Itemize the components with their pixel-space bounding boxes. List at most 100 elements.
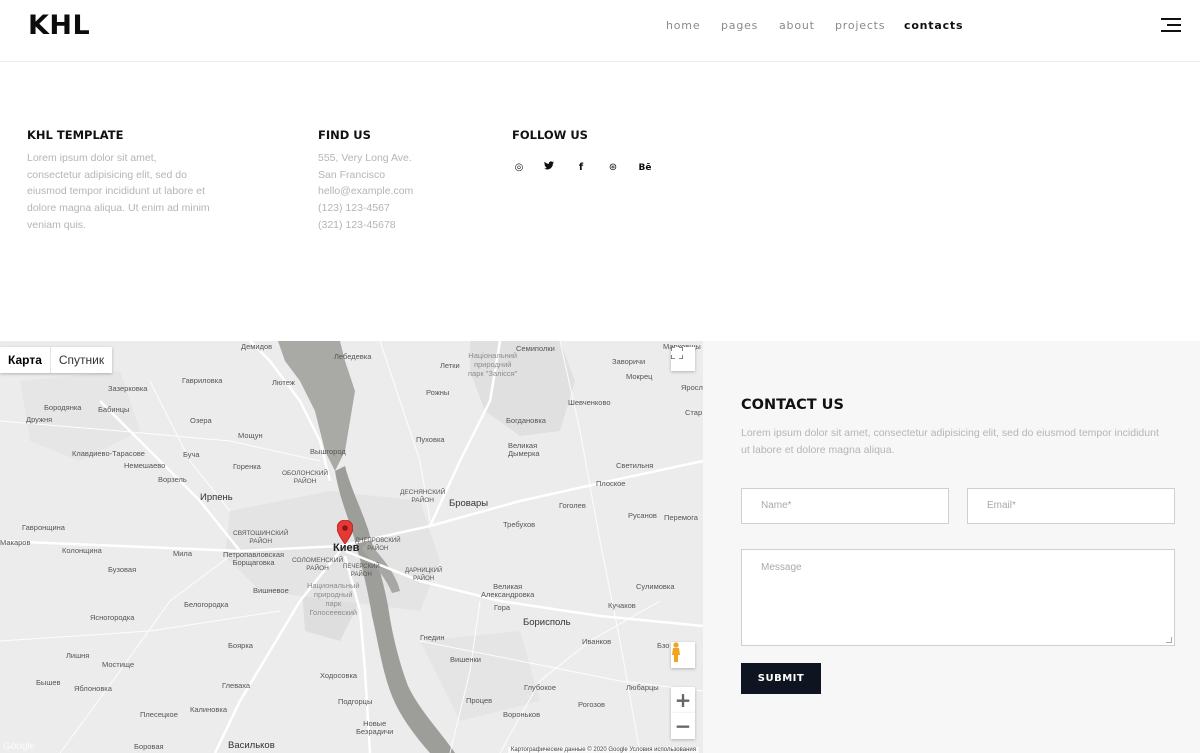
- name-field[interactable]: Name*: [741, 488, 949, 524]
- map-label: ДАРНИЦКИЙ РАЙОН: [405, 568, 443, 582]
- map-label: Мощун: [238, 431, 263, 440]
- map-label: Гнедин: [420, 633, 445, 642]
- map-label: Иванков: [582, 637, 612, 646]
- map-label: Васильков: [228, 740, 275, 751]
- facebook-icon[interactable]: f: [574, 161, 588, 175]
- google-logo[interactable]: Google: [3, 741, 35, 752]
- zoom-in-button[interactable]: +: [671, 687, 695, 713]
- instagram-icon[interactable]: ◎: [512, 161, 526, 175]
- nav-pages[interactable]: pages: [721, 19, 758, 32]
- site-header: KHL home pages about projects contacts: [0, 0, 1200, 62]
- map-attribution[interactable]: Картографические данные © 2020 Google Ус…: [507, 747, 699, 753]
- map-label: Вороньков: [503, 710, 541, 719]
- map-label: Рожны: [426, 388, 450, 397]
- city-line: San Francisco: [318, 168, 386, 181]
- map-label: Ирпень: [200, 492, 233, 503]
- map-label: Требухов: [503, 520, 536, 529]
- phone-link[interactable]: (321) 123-45678: [318, 217, 413, 234]
- map-label: Немешаево: [124, 461, 166, 470]
- map-label: Шевченково: [568, 398, 611, 407]
- map-label: Белогородка: [184, 600, 229, 609]
- map-label: Гавриловка: [182, 376, 223, 385]
- google-map[interactable]: Демидов Лебедевка Семиполки Марковщы Зав…: [0, 341, 703, 753]
- map-label: Плоское: [596, 479, 626, 488]
- fullscreen-icon[interactable]: [671, 347, 695, 371]
- map-label: Сулимовка: [636, 582, 675, 591]
- follow-us-title: FOLLOW US: [512, 128, 588, 142]
- map-label: Стар: [685, 408, 703, 417]
- nav-contacts[interactable]: contacts: [904, 19, 963, 32]
- email-link[interactable]: hello@example.com: [318, 183, 413, 200]
- map-label: Перемога: [664, 513, 698, 522]
- behance-icon[interactable]: Bē: [637, 161, 653, 175]
- twitter-icon[interactable]: [542, 161, 556, 175]
- map-label: Ходосовка: [320, 671, 358, 680]
- map-label: Боровая: [134, 742, 164, 751]
- map-type-satellite-button[interactable]: Спутник: [51, 347, 112, 373]
- map-label: Гоголев: [559, 501, 586, 510]
- map-label: Русанов: [628, 511, 657, 520]
- map-label: Ворзель: [158, 475, 187, 484]
- about-text: Lorem ipsum dolor sit amet, consectetur …: [27, 150, 210, 234]
- map-label: Бышев: [36, 678, 61, 687]
- map-label: Національний природний парк "Залісся": [468, 351, 518, 378]
- map-label: ПЕЧЕРСКИЙ РАЙОН: [343, 564, 380, 578]
- find-us-text: 555, Very Long Ave. San Francisco hello@…: [318, 150, 413, 234]
- map-label: ДЕСНЯНСКИЙ РАЙОН: [400, 489, 446, 504]
- about-title: KHL TEMPLATE: [27, 128, 124, 142]
- map-label: Мила: [173, 549, 192, 558]
- map-label: Вишенки: [450, 655, 481, 664]
- map-label: Гавронщина: [22, 523, 65, 532]
- phone-link[interactable]: (123) 123-4567: [318, 200, 413, 217]
- map-label: Лебедевка: [334, 352, 372, 361]
- map-label: Великая Дымерка: [508, 441, 540, 458]
- map-label: Яросл: [681, 383, 703, 392]
- map-label: Бзо: [657, 641, 670, 650]
- map-label: Глубокое: [524, 683, 557, 692]
- map-label: Вышгород: [310, 447, 346, 456]
- map-label: Новые Безрадичи: [356, 719, 394, 736]
- map-pin-icon[interactable]: [337, 520, 353, 544]
- map-label: Плесецкое: [140, 710, 178, 719]
- map-label: Клавдиево-Тарасове: [72, 449, 145, 458]
- pegman-icon[interactable]: [671, 642, 695, 668]
- map-label: Яблоновка: [74, 684, 112, 693]
- map-label: Заворичи: [612, 357, 646, 366]
- map-type-control: Карта Спутник: [0, 347, 113, 373]
- about-line: consectetur adipisicing elit, sed do: [27, 168, 187, 181]
- map-label: ОБОЛОНСКИЙ РАЙОН: [282, 470, 329, 485]
- about-line: eiusmod tempor incididunt ut labore et: [27, 185, 206, 198]
- about-line: veniam quis.: [27, 218, 86, 231]
- map-type-map-button[interactable]: Карта: [0, 347, 51, 373]
- map-label: Лишня: [66, 651, 90, 660]
- map-label: Пуховка: [416, 435, 445, 444]
- map-label: Летки: [440, 361, 460, 370]
- email-field[interactable]: Email*: [967, 488, 1175, 524]
- resize-handle[interactable]: [1166, 637, 1172, 643]
- dribbble-icon[interactable]: ⊛: [606, 161, 620, 175]
- map-label: Рогозов: [578, 700, 606, 709]
- about-line: dolore magna aliqua. Ut enim ad minim: [27, 202, 210, 215]
- map-label: Лютеж: [272, 378, 295, 387]
- message-field[interactable]: Message: [741, 549, 1175, 646]
- map-label: Петропавловская Борщаговка: [223, 550, 285, 567]
- map-label: Семиполки: [516, 344, 555, 353]
- nav-about[interactable]: about: [779, 19, 815, 32]
- map-label: Бузовая: [108, 565, 137, 574]
- nav-projects[interactable]: projects: [835, 19, 885, 32]
- hamburger-menu-icon[interactable]: [1161, 18, 1181, 32]
- map-label: Калиновка: [190, 705, 228, 714]
- map-label: Национальный природный парк Голосеевский: [307, 581, 360, 617]
- site-logo[interactable]: KHL: [28, 10, 90, 41]
- map-label: Макаров: [0, 538, 31, 547]
- contact-title: CONTACT US: [741, 397, 844, 413]
- map-label: Вишневое: [253, 586, 289, 595]
- zoom-out-button[interactable]: −: [671, 713, 695, 739]
- map-label: Озера: [190, 416, 212, 425]
- nav-home[interactable]: home: [666, 19, 700, 32]
- map-label: Глеваха: [222, 681, 251, 690]
- contact-panel: CONTACT US Lorem ipsum dolor sit amet, c…: [703, 341, 1200, 753]
- address-line: 555, Very Long Ave.: [318, 152, 412, 164]
- submit-button[interactable]: SUBMIT: [741, 663, 821, 694]
- message-placeholder: Message: [761, 562, 802, 573]
